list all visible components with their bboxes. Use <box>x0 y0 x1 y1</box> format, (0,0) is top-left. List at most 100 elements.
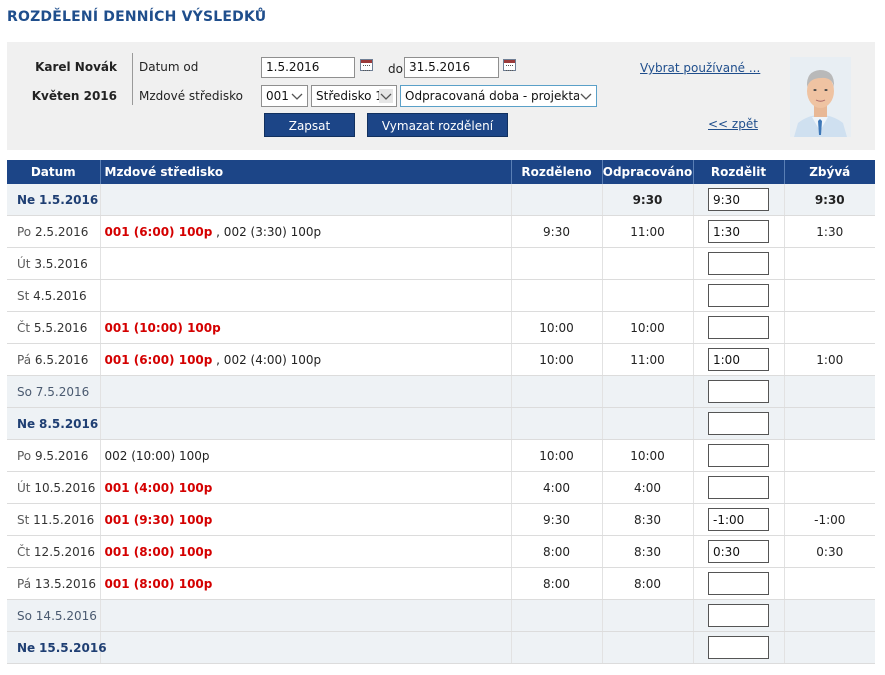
allocation-cell <box>100 184 512 216</box>
distribute-input[interactable] <box>708 636 769 659</box>
distribute-input[interactable] <box>708 412 769 435</box>
table-row: Pá 6.5.2016 001 (6:00) 100p , 002 (4:00) … <box>7 343 875 376</box>
remaining-cell: 0:30 <box>784 535 875 568</box>
remaining-cell <box>784 471 875 504</box>
table-row: Po 2.5.2016 001 (6:00) 100p , 002 (3:30) … <box>7 215 875 248</box>
remaining-cell <box>784 631 875 664</box>
save-button[interactable]: Zapsat <box>264 113 355 137</box>
distributed-cell <box>511 375 603 408</box>
distributed-cell: 10:00 <box>511 439 603 472</box>
distributed-cell: 8:00 <box>511 567 603 600</box>
remaining-cell <box>784 439 875 472</box>
allocation-cell: 002 (10:00) 100p <box>100 439 512 472</box>
back-link[interactable]: << zpět <box>708 117 758 131</box>
chevron-down-icon <box>291 93 303 100</box>
worked-cell <box>602 279 694 312</box>
weekday: Pá <box>17 576 32 591</box>
date: 14.5.2016 <box>35 608 97 623</box>
allocation-entry: 001 (10:00) 100p <box>104 320 221 335</box>
weekday: Ne <box>17 416 36 431</box>
distribute-input[interactable] <box>708 444 769 467</box>
worked-cell: 4:00 <box>602 471 694 504</box>
distribute-input[interactable] <box>708 476 769 499</box>
date-cell: Ne 1.5.2016 <box>7 184 101 216</box>
allocation-entry: 001 (8:00) 100p <box>104 576 213 591</box>
allocation-cell <box>100 247 512 280</box>
table-row: Pá 13.5.2016 001 (8:00) 100p 8:00 8:00 <box>7 567 875 600</box>
allocation-cell: 001 (6:00) 100p , 002 (3:30) 100p <box>100 215 512 248</box>
distributed-cell <box>511 247 603 280</box>
distribute-cell: 1:30 <box>693 215 785 248</box>
table-row: St 11.5.2016 001 (9:30) 100p 9:30 8:30 -1:00… <box>7 503 875 536</box>
date-cell: Pá 13.5.2016 <box>7 567 101 600</box>
date-from-input[interactable]: 1.5.2016 <box>261 57 355 78</box>
distribute-input[interactable] <box>708 380 769 403</box>
remaining-cell <box>784 567 875 600</box>
date-cell: Čt 12.5.2016 <box>7 535 101 568</box>
remaining-cell <box>784 375 875 408</box>
distribute-cell <box>693 407 785 440</box>
allocation-entry: 001 (6:00) 100p <box>104 224 213 239</box>
calendar-icon[interactable] <box>360 59 373 71</box>
date: 4.5.2016 <box>33 288 87 303</box>
allocation-entry: 001 (6:00) 100p <box>104 352 213 367</box>
date-cell: Po 2.5.2016 <box>7 215 101 248</box>
weekday: St <box>17 512 30 527</box>
distribute-cell <box>693 631 785 664</box>
date-to-input[interactable]: 31.5.2016 <box>404 57 499 78</box>
table-row: Út 10.5.2016 001 (4:00) 100p 4:00 4:00 <box>7 471 875 504</box>
to-label: do <box>388 62 403 76</box>
col-header-remaining: Zbývá <box>784 160 875 184</box>
col-header-date: Datum <box>7 160 101 184</box>
weekday: Čt <box>17 320 31 335</box>
col-header-worked: Odpracováno <box>602 160 694 184</box>
time-type-select[interactable]: Odpracovaná doba - projektant <box>400 85 597 107</box>
cost-center-code-select[interactable]: 001 <box>261 85 308 107</box>
distribute-input[interactable]: 1:30 <box>708 220 769 243</box>
distribute-input[interactable] <box>708 572 769 595</box>
distribute-cell <box>693 567 785 600</box>
remaining-cell: 1:00 <box>784 343 875 376</box>
date: 15.5.2016 <box>39 640 107 655</box>
worked-cell: 11:00 <box>602 215 694 248</box>
distribute-cell: -1:00 <box>693 503 785 536</box>
allocation-cell: 001 (8:00) 100p <box>100 535 512 568</box>
worked-cell <box>602 375 694 408</box>
weekday: Po <box>17 224 32 239</box>
date-cell: Út 3.5.2016 <box>7 247 101 280</box>
date-from-label: Datum od <box>139 60 199 74</box>
weekday: Út <box>17 256 31 271</box>
distribute-input[interactable]: -1:00 <box>708 508 769 531</box>
distribute-input[interactable] <box>708 604 769 627</box>
worked-cell <box>602 247 694 280</box>
distributed-cell: 9:30 <box>511 503 603 536</box>
cost-center-name-select[interactable]: Středisko 1 <box>311 85 397 107</box>
select-users-link[interactable]: Vybrat používané ... <box>640 61 760 75</box>
date: 7.5.2016 <box>35 384 90 399</box>
distribute-input[interactable]: 9:30 <box>708 188 769 211</box>
date-cell: Po 9.5.2016 <box>7 439 101 472</box>
distribute-input[interactable]: 1:00 <box>708 348 769 371</box>
date-cell: So 14.5.2016 <box>7 599 101 632</box>
calendar-icon[interactable] <box>503 59 516 71</box>
date-cell: St 4.5.2016 <box>7 279 101 312</box>
distributed-cell: 8:00 <box>511 535 603 568</box>
distributed-cell: 10:00 <box>511 311 603 344</box>
distribute-cell <box>693 439 785 472</box>
distribute-input[interactable]: 0:30 <box>708 540 769 563</box>
date-cell: So 7.5.2016 <box>7 375 101 408</box>
col-header-distributed: Rozděleno <box>511 160 603 184</box>
remaining-cell: -1:00 <box>784 503 875 536</box>
table-row: Čt 5.5.2016 001 (10:00) 100p 10:00 10:00 <box>7 311 875 344</box>
distribute-input[interactable] <box>708 284 769 307</box>
distribute-input[interactable] <box>708 316 769 339</box>
allocation-cell <box>100 631 512 664</box>
table-row: St 4.5.2016 <box>7 279 875 312</box>
avatar-photo <box>790 57 851 137</box>
allocation-entry: 001 (9:30) 100p <box>104 512 213 527</box>
date: 12.5.2016 <box>33 544 95 559</box>
clear-allocation-button[interactable]: Vymazat rozdělení <box>367 113 508 137</box>
distribute-cell: 0:30 <box>693 535 785 568</box>
weekday: Ne <box>17 640 36 655</box>
distribute-input[interactable] <box>708 252 769 275</box>
